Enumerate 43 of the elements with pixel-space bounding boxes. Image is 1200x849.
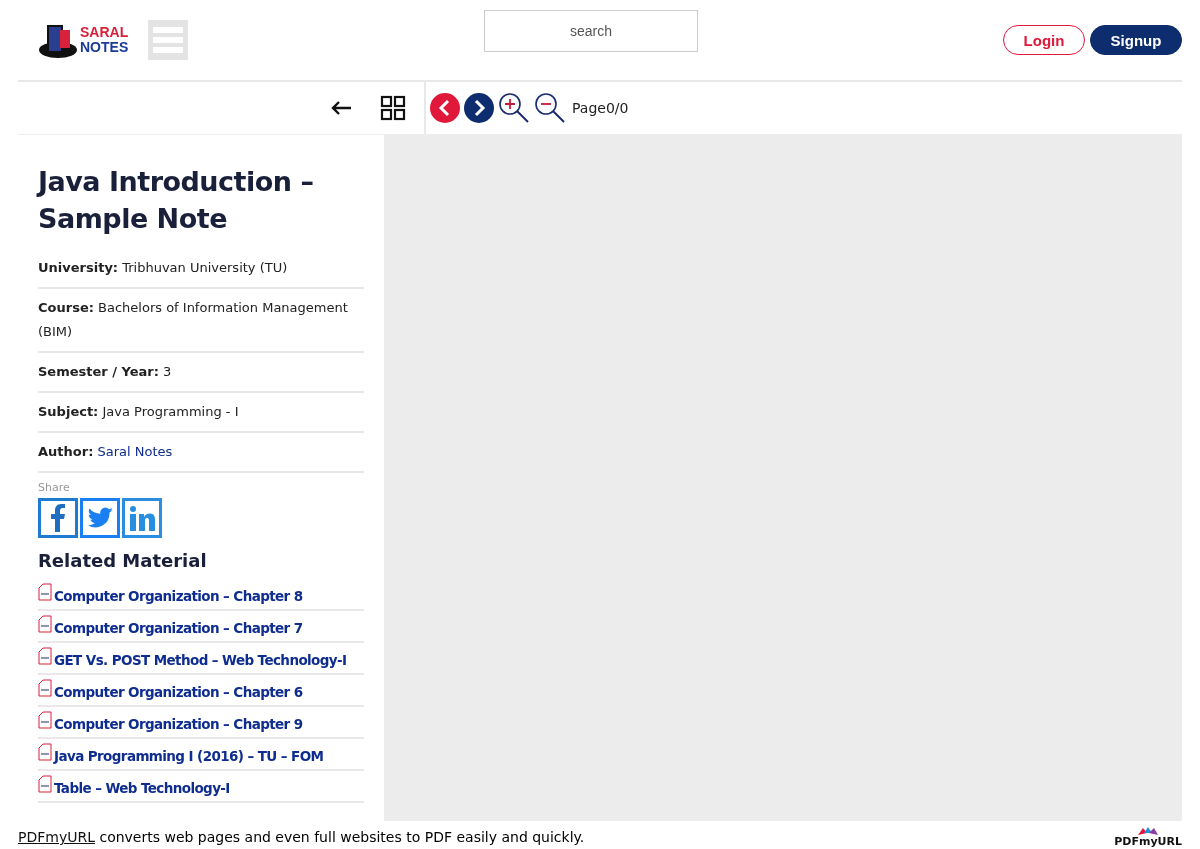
related-link[interactable]: Java Programming I (2016) – TU – FOM: [54, 748, 324, 764]
related-link[interactable]: Table – Web Technology-I: [54, 780, 230, 796]
previous-page-icon[interactable]: [430, 93, 460, 123]
detail-text: University: Tribhuvan University (TU): [38, 260, 288, 275]
signup-button[interactable]: Signup: [1090, 25, 1182, 55]
search-field[interactable]: search: [484, 10, 698, 52]
detail-text: Semester / Year: 3: [38, 364, 172, 379]
page-indicator: Page0/0: [572, 100, 629, 116]
linkedin-icon[interactable]: [122, 498, 162, 538]
footer-text: PDFmyURL converts web pages and even full websites to PDF easily and quickly.: [18, 829, 585, 845]
document-icon: [38, 775, 52, 793]
document-icon: [38, 647, 52, 665]
back-arrow-icon[interactable]: [330, 100, 352, 116]
detail-text: Subject: Java Programming - I: [38, 404, 239, 419]
detail-text: Author:: [38, 444, 95, 459]
facebook-icon[interactable]: [38, 498, 78, 538]
logo-text: SARAL: [80, 25, 129, 40]
login-button[interactable]: Login: [1003, 25, 1085, 55]
document-icon: [38, 743, 52, 761]
zoom-in-icon[interactable]: [498, 92, 530, 124]
logo-text: NOTES: [80, 40, 129, 55]
related-link[interactable]: Computer Organization – Chapter 9: [54, 716, 303, 732]
grid-icon[interactable]: [380, 95, 406, 121]
related-link[interactable]: Computer Organization – Chapter 6: [54, 684, 303, 700]
section-heading: Related Material: [38, 550, 208, 571]
next-page-icon[interactable]: [464, 93, 494, 123]
site-logo[interactable]: SARAL NOTES: [38, 20, 129, 60]
author-link[interactable]: Saral Notes: [97, 444, 173, 459]
twitter-icon[interactable]: [80, 498, 120, 538]
note-title: Java Introduction – Sample Note: [38, 165, 315, 236]
zoom-out-icon[interactable]: [534, 92, 566, 124]
related-link[interactable]: GET Vs. POST Method – Web Technology-I: [54, 652, 347, 668]
related-link[interactable]: Computer Organization – Chapter 8: [54, 588, 303, 604]
document-icon: [38, 679, 52, 697]
ribbon-logo-icon: [1136, 827, 1161, 837]
share-label: Share: [38, 481, 71, 494]
document-icon: [38, 615, 52, 633]
related-link[interactable]: Computer Organization – Chapter 7: [54, 620, 303, 636]
document-icon: [38, 711, 52, 729]
document-icon: [38, 583, 52, 601]
detail-text: Course: Bachelors of Information Management (BIM): [38, 300, 348, 339]
brand-text: PDFmyURL: [1114, 837, 1182, 847]
pdfmyurl-link[interactable]: PDFmyURL: [18, 829, 95, 845]
